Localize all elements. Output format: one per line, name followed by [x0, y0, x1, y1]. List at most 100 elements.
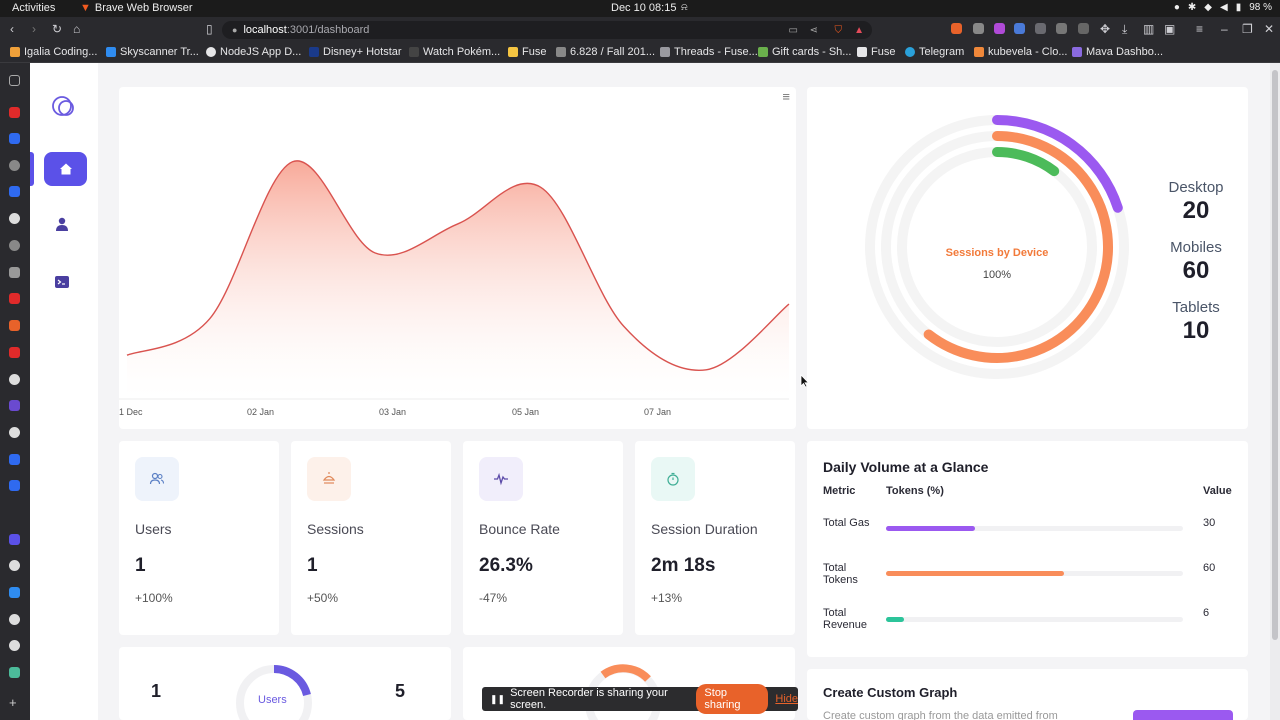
bookmark-item[interactable]: Igalia Coding... [10, 46, 97, 58]
bookmark-favicon [309, 47, 319, 57]
user-icon[interactable] [54, 216, 70, 232]
extension-icon[interactable] [951, 23, 962, 34]
stop-sharing-button[interactable]: Stop sharing [696, 684, 769, 714]
device-label-tablets: Tablets [1172, 299, 1220, 316]
extension-icon[interactable] [1056, 23, 1067, 34]
github-icon[interactable] [9, 213, 20, 224]
bookmark-item[interactable]: Fuse [508, 46, 546, 58]
bookmark-favicon [758, 47, 768, 57]
donut-label: Users [258, 694, 287, 706]
screen-cast-icon[interactable]: ▭ [789, 25, 798, 36]
sidebar-panel-icon[interactable] [9, 75, 20, 86]
sidebar-site-icon[interactable] [9, 534, 20, 545]
sessions-by-device-card: Sessions by Device 100% Desktop 20 Mobil… [807, 87, 1248, 429]
sidebar-site-icon[interactable] [9, 133, 20, 144]
add-icon[interactable]: + [9, 696, 20, 709]
activities-button[interactable]: Activities [12, 2, 55, 14]
url-host: localhost [243, 24, 287, 36]
menu-icon[interactable]: ≡ [1196, 22, 1203, 36]
sidebar-site-icon[interactable] [9, 293, 20, 304]
bookmark-item[interactable]: Disney+ Hotstar [309, 46, 402, 58]
forward-icon[interactable]: › [32, 22, 36, 36]
bell-icon: ⍾ [681, 2, 688, 13]
bookmark-item[interactable]: Threads - Fuse... [660, 46, 758, 58]
bookmark-item[interactable]: 6.828 / Fall 201... [556, 46, 655, 58]
extension-icon[interactable] [1014, 23, 1025, 34]
stat-value: 1 [135, 555, 146, 576]
stat-value: 2m 18s [651, 555, 716, 576]
bookmarks-bar: Igalia Coding... Skyscanner Tr... NodeJS… [0, 43, 1280, 63]
bookmark-item[interactable]: Watch Pokém... [409, 46, 500, 58]
sidebar-site-icon[interactable] [9, 587, 20, 598]
bookmark-icon[interactable]: ▯ [206, 22, 213, 36]
address-bar[interactable]: ● localhost:3001/dashboard ▭ ⋖ ⛉ ▲ [222, 21, 872, 39]
maximize-icon[interactable]: ❐ [1242, 22, 1253, 36]
bookmark-item[interactable]: Fuse [857, 46, 895, 58]
sidebar-site-icon[interactable] [9, 374, 20, 385]
app-menu[interactable]: ▼ Brave Web Browser [80, 2, 193, 14]
extension-icon[interactable] [1035, 23, 1046, 34]
sidebar-site-icon[interactable] [9, 560, 20, 571]
sidebar-site-icon[interactable] [9, 267, 20, 278]
nav-home-button[interactable] [44, 152, 87, 186]
home-icon[interactable]: ⌂ [73, 22, 80, 36]
brave-shields-icon[interactable]: ⛉ [835, 25, 843, 36]
bookmark-favicon [660, 47, 670, 57]
chart-area-fill [127, 160, 789, 399]
clock[interactable]: Dec 10 08:15 [611, 2, 676, 14]
wallet-icon[interactable]: ▣ [1164, 22, 1175, 36]
sidebar-site-icon[interactable] [9, 427, 20, 438]
youtube-icon[interactable] [9, 107, 20, 118]
github-icon[interactable] [9, 640, 20, 651]
bookmark-item[interactable]: Mava Dashbo... [1072, 46, 1163, 58]
traffic-chart-card: ≡ 1 Dec 02 Jan 03 Jan 05 Jan 07 Jan [119, 87, 796, 429]
sidebar-toggle-icon[interactable]: ▥ [1143, 22, 1154, 36]
sidebar-site-icon[interactable] [9, 667, 20, 678]
column-header-value: Value [1203, 485, 1232, 497]
brave-rewards-icon[interactable]: ▲ [854, 25, 864, 36]
sidebar-site-icon[interactable] [9, 400, 20, 411]
site-info-icon[interactable]: ● [232, 25, 237, 35]
hide-button[interactable]: Hide [775, 693, 798, 705]
bookmark-item[interactable]: kubevela - Clo... [974, 46, 1067, 58]
sidebar-site-icon[interactable] [9, 186, 20, 197]
terminal-icon[interactable] [54, 274, 70, 290]
custom-graph-title: Create Custom Graph [823, 685, 958, 700]
minimize-icon[interactable]: – [1221, 22, 1228, 36]
x-tick-label: 03 Jan [379, 407, 406, 417]
bookmark-item[interactable]: Gift cards - Sh... [758, 46, 851, 58]
sidebar-site-icon[interactable] [9, 160, 20, 171]
download-icon[interactable]: ⤓ [1122, 22, 1127, 37]
github-icon[interactable] [9, 614, 20, 625]
page-scrollbar-thumb[interactable] [1272, 70, 1278, 640]
close-icon[interactable]: ✕ [1264, 22, 1274, 36]
sidebar-site-icon[interactable] [9, 454, 20, 465]
reload-icon[interactable]: ↻ [52, 22, 62, 36]
bookmark-item[interactable]: NodeJS App D... [206, 46, 301, 58]
battery-text: 98 % [1249, 2, 1272, 13]
create-graph-button[interactable] [1133, 710, 1233, 720]
pause-icon[interactable]: ❚❚ [490, 694, 505, 705]
users-icon [135, 457, 179, 501]
bookmark-item[interactable]: Telegram [905, 46, 964, 58]
sidebar-site-icon[interactable] [9, 320, 20, 331]
system-tray[interactable]: ● ✱ ◆ ◀ ▮ 98 % [1174, 2, 1272, 13]
back-icon[interactable]: ‹ [10, 22, 14, 36]
sidebar-site-icon[interactable] [9, 347, 20, 358]
pulse-icon [479, 457, 523, 501]
custom-graph-desc: Create custom graph from the data emitte… [823, 710, 1058, 720]
extension-icon[interactable] [1078, 23, 1089, 34]
stat-value: 26.3% [479, 555, 533, 576]
metric-label: Total Tokens [823, 562, 858, 586]
stat-title: Bounce Rate [479, 521, 560, 537]
screen-share-notification: ❚❚ Screen Recorder is sharing your scree… [482, 684, 798, 714]
metric-label: Total Revenue [823, 607, 868, 631]
puzzle-icon[interactable]: ✥ [1100, 22, 1110, 36]
extension-icon[interactable] [994, 23, 1005, 34]
sidebar-site-icon[interactable] [9, 480, 20, 491]
extension-icon[interactable] [973, 23, 984, 34]
bookmark-item[interactable]: Skyscanner Tr... [106, 46, 199, 58]
browser-sidebar: + [0, 63, 30, 720]
share-icon[interactable]: ⋖ [810, 25, 818, 36]
sidebar-site-icon[interactable] [9, 240, 20, 251]
